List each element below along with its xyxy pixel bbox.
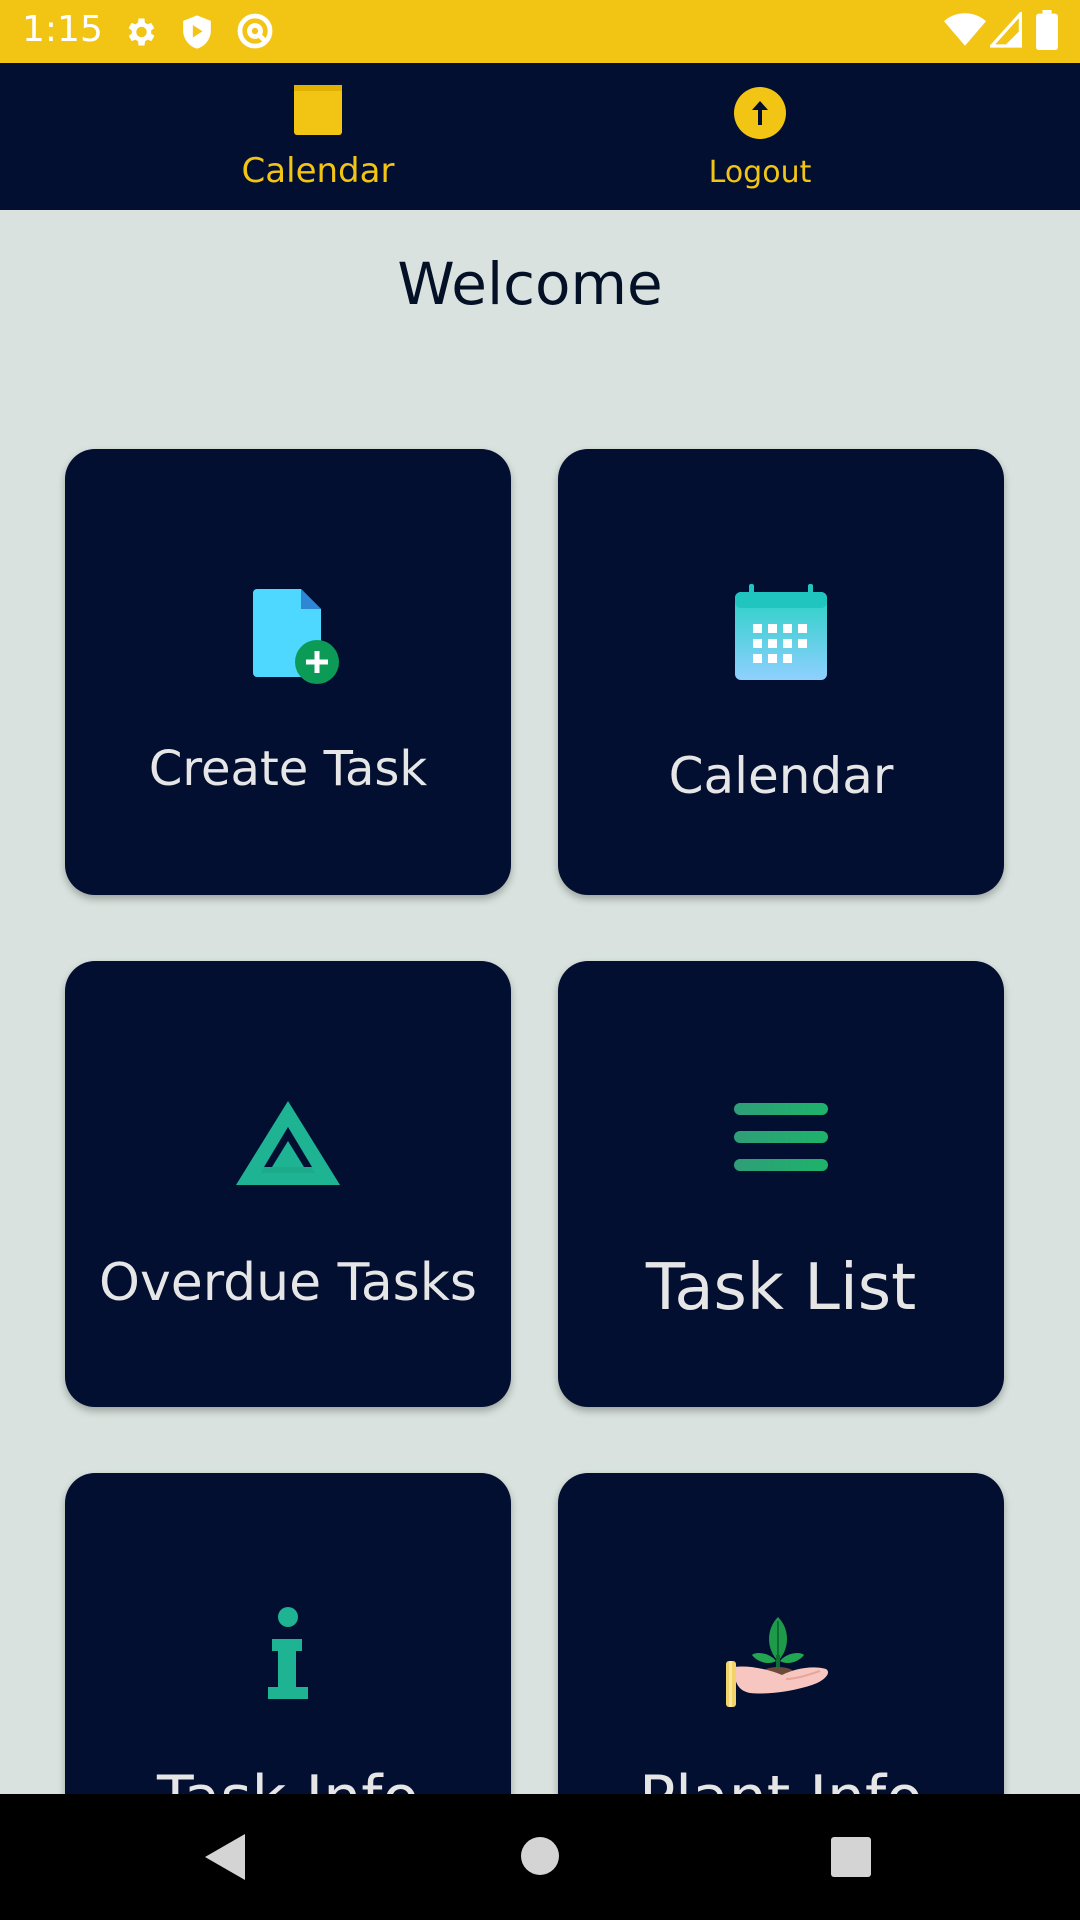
create-task-label: Create Task xyxy=(148,741,428,797)
home-icon[interactable] xyxy=(520,1836,560,1876)
calendar-grid-icon xyxy=(735,584,827,680)
gear-icon xyxy=(128,18,155,46)
wifi-icon xyxy=(944,13,986,46)
calendar-icon xyxy=(294,85,342,135)
status-time: 1:15 xyxy=(22,9,103,50)
page-title: Welcome xyxy=(397,250,663,318)
list-icon xyxy=(734,1103,828,1171)
back-icon[interactable] xyxy=(205,1834,245,1880)
battery-icon xyxy=(1036,10,1058,50)
nav-label-calendar: Calendar xyxy=(241,151,395,191)
create-task-card[interactable]: Create Task xyxy=(65,449,511,895)
overdue-tasks-card[interactable]: Overdue Tasks xyxy=(65,961,511,1407)
at-sign-icon xyxy=(237,13,273,49)
info-icon xyxy=(268,1607,308,1699)
add-file-icon xyxy=(253,589,339,684)
nav-item-logout[interactable]: Logout xyxy=(640,63,880,210)
recents-icon[interactable] xyxy=(831,1837,871,1877)
triangle-icon xyxy=(236,1101,340,1185)
task-list-card[interactable]: Task List xyxy=(558,961,1004,1407)
calendar-card[interactable]: Calendar xyxy=(558,449,1004,895)
shield-icon xyxy=(183,15,211,49)
top-nav: Calendar Logout xyxy=(0,63,1080,210)
system-nav-bar xyxy=(0,1794,1080,1920)
nav-item-calendar[interactable]: Calendar xyxy=(198,63,438,210)
signal-icon xyxy=(990,12,1022,48)
plant-hand-icon xyxy=(726,1617,829,1707)
calendar-label: Calendar xyxy=(668,747,894,805)
nav-label-logout: Logout xyxy=(708,155,812,190)
overdue-tasks-label: Overdue Tasks xyxy=(99,1253,477,1313)
task-list-label: Task List xyxy=(645,1251,917,1325)
logout-icon xyxy=(734,87,786,139)
status-bar: 1:15 xyxy=(0,0,1080,63)
